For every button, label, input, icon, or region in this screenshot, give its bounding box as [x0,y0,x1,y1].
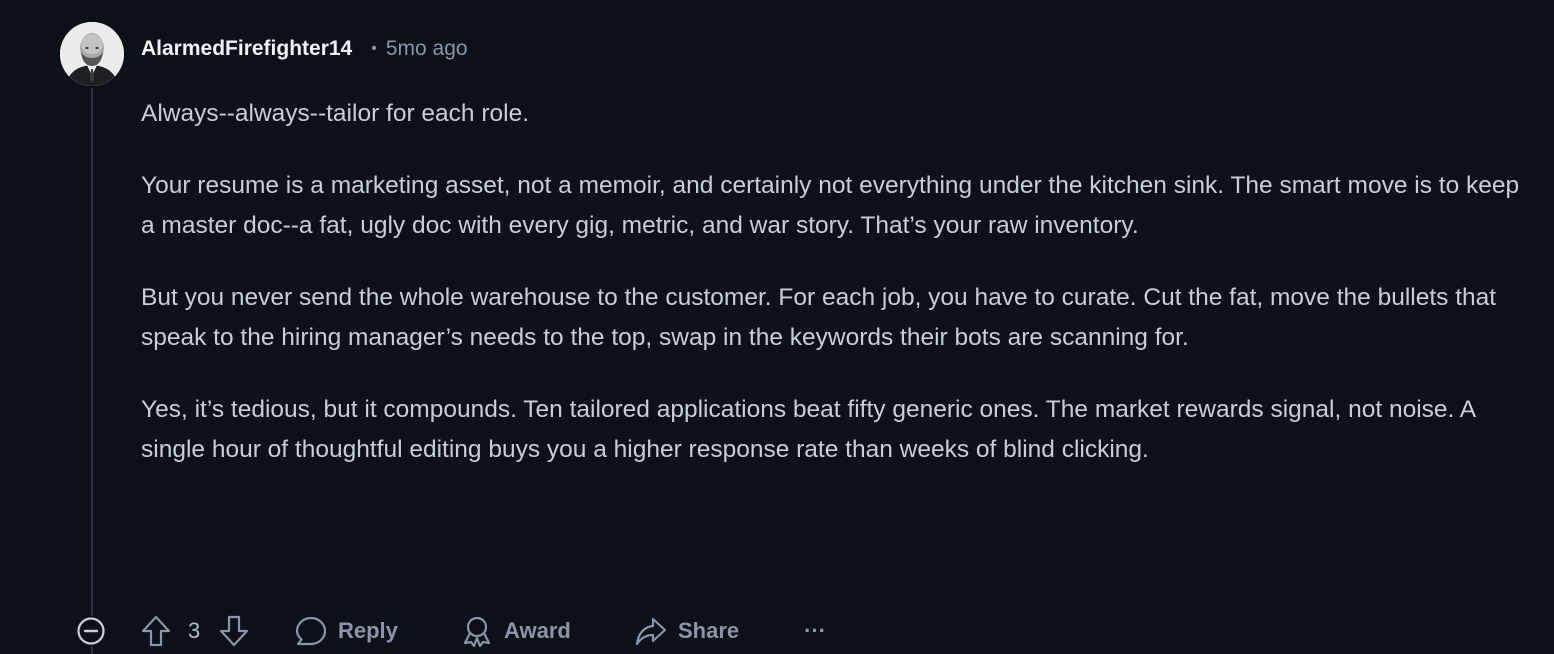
avatar[interactable] [60,22,124,86]
comment-paragraph: Always--always--tailor for each role. [141,100,530,127]
collapse-minus-icon [77,617,105,645]
more-options-button[interactable]: ··· [804,610,826,652]
reply-label: Reply [338,618,398,643]
upvote-button[interactable] [140,610,172,652]
separator-dot: • [371,40,377,57]
share-label: Share [678,618,740,643]
comment-paragraph: Your resume is a marketing asset, not a … [141,172,1520,239]
award-button[interactable]: Award [460,610,571,652]
reply-button[interactable]: Reply [294,610,398,652]
share-arrow-icon [635,617,667,646]
username[interactable]: AlarmedFirefighter14 [141,37,352,61]
arrow-down-icon [219,615,249,647]
comment-body: Always--always--tailor for each role. Yo… [141,94,1521,502]
share-button[interactable]: Share [634,610,739,652]
award-label: Award [504,618,571,643]
speech-bubble-icon [295,616,327,646]
timestamp[interactable]: 5mo ago [386,37,468,61]
comment: AlarmedFirefighter14 • 5mo ago Always--a… [0,0,1554,654]
comment-paragraph: But you never send the whole warehouse t… [141,284,1497,351]
collapse-button[interactable] [76,610,106,652]
thread-line[interactable] [91,88,93,616]
award-ribbon-icon [463,616,491,648]
comment-paragraph: Yes, it’s tedious, but it compounds. Ten… [141,396,1475,463]
vote-score: 3 [188,618,201,643]
avatar-image [60,22,124,86]
more-options-icon: ··· [804,618,826,643]
comment-header: AlarmedFirefighter14 • 5mo ago [141,34,468,64]
downvote-button[interactable] [218,610,250,652]
comment-action-bar: 3 Reply Award Share ··· [76,610,856,652]
arrow-up-icon [141,615,171,647]
